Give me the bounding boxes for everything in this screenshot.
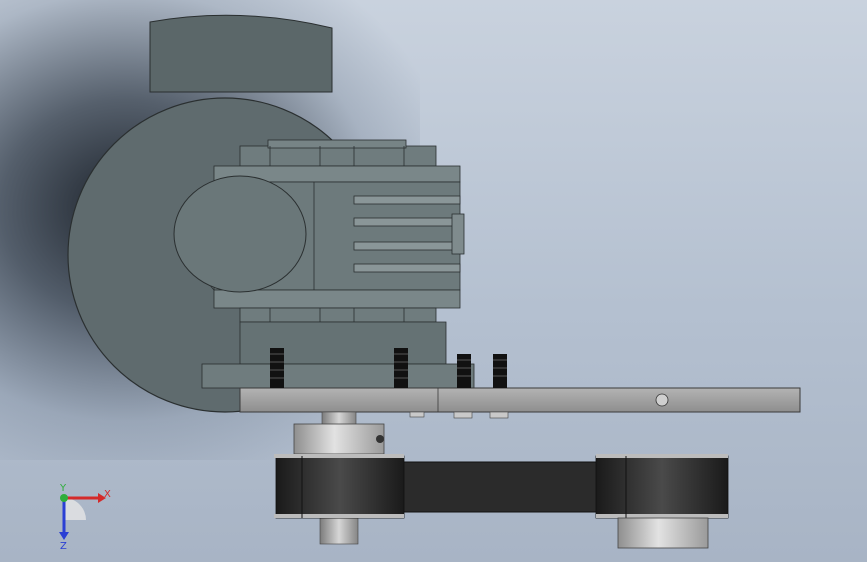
screw: [493, 354, 507, 388]
driven-pulley-hub[interactable]: [617, 517, 709, 549]
cad-viewport[interactable]: X Y Z: [0, 0, 867, 562]
y-axis-icon: [60, 494, 68, 502]
support-plate[interactable]: [239, 387, 801, 413]
cad-model-view[interactable]: [0, 0, 867, 562]
y-axis-label: Y: [59, 483, 67, 494]
x-axis-label: X: [104, 489, 111, 500]
mounting-base[interactable]: [201, 363, 475, 389]
plate-hole: [655, 393, 669, 407]
screw: [394, 348, 408, 388]
screw: [270, 348, 284, 388]
axis-triad: X Y Z: [59, 483, 111, 550]
screw: [457, 354, 471, 388]
timing-belt[interactable]: [274, 454, 729, 519]
z-axis-label: Z: [60, 541, 67, 550]
